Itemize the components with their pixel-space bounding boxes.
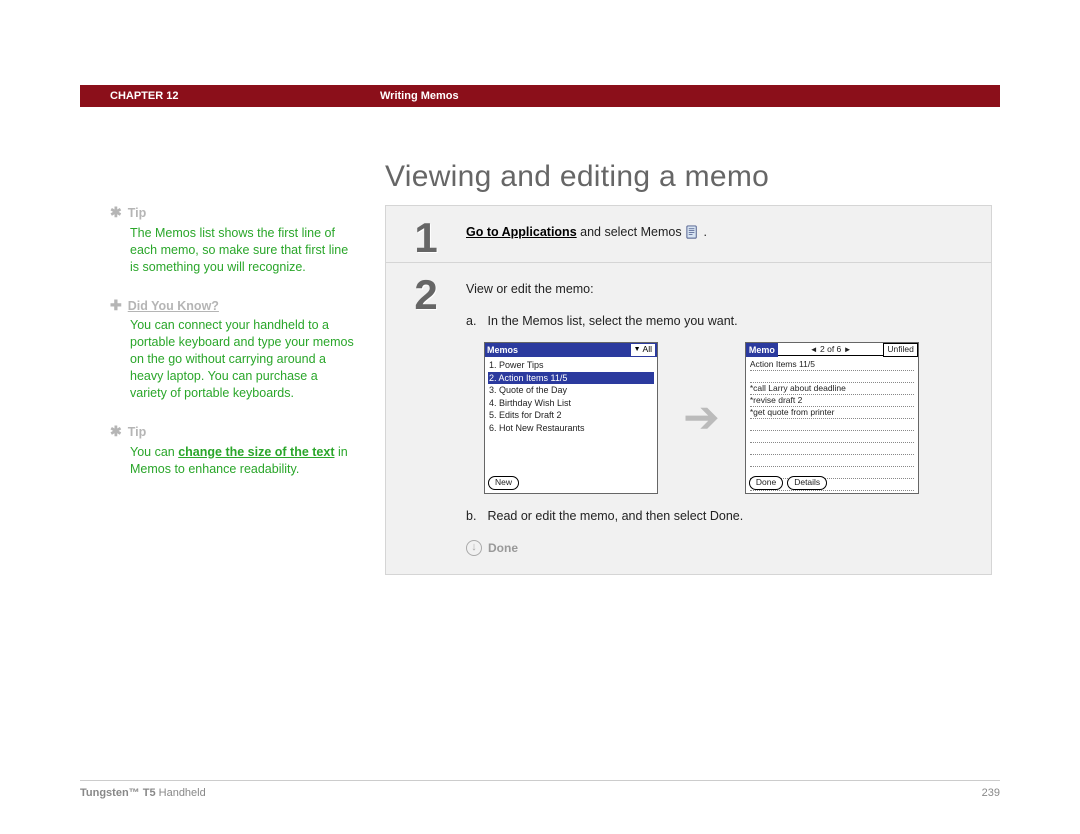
palm-category-label: All: [643, 344, 652, 356]
palm-category-selector[interactable]: Unfiled: [883, 343, 917, 357]
step-intro: View or edit the memo:: [466, 281, 973, 299]
star-icon: ✱: [110, 205, 122, 219]
new-button[interactable]: New: [488, 476, 519, 490]
chevron-right-icon[interactable]: ►: [844, 345, 852, 354]
step-number: 1: [386, 206, 466, 262]
step-trailing: .: [704, 225, 707, 239]
memo-line: *revise draft 2: [750, 395, 914, 407]
tip-block-2: ✱ Tip You can change the size of the tex…: [110, 424, 355, 478]
palm-titlebar: Memos ▼ All: [485, 343, 657, 357]
palm-list: 1. Power Tips 2. Action Items 11/5 3. Qu…: [485, 357, 657, 437]
steps-panel: 1 Go to Applications and select Memos . …: [385, 205, 992, 575]
memo-body[interactable]: Action Items 11/5 *call Larry about dead…: [746, 357, 918, 491]
step-content: View or edit the memo: a. In the Memos l…: [466, 263, 991, 574]
done-label: Done: [488, 540, 518, 557]
memo-line: *get quote from printer: [750, 407, 914, 419]
memo-line: [750, 419, 914, 431]
go-to-applications-link[interactable]: Go to Applications: [466, 225, 577, 239]
list-item[interactable]: 6. Hot New Restaurants: [488, 422, 654, 435]
step-content: Go to Applications and select Memos .: [466, 206, 991, 262]
arrow-right-icon: ➔: [683, 396, 720, 440]
star-icon: ✱: [110, 424, 122, 438]
memo-line: [750, 443, 914, 455]
details-button[interactable]: Details: [787, 476, 827, 490]
product-bold: Tungsten™ T5: [80, 787, 156, 799]
memo-line: [750, 431, 914, 443]
palm-memos-list: Memos ▼ All 1. Power Tips 2. Action Item…: [484, 342, 658, 494]
page-number: 239: [982, 787, 1000, 799]
memo-line: [750, 371, 914, 383]
substep-text: Read or edit the memo, and then select D…: [487, 509, 743, 523]
palm-titlebar: Memo ◄ 2 of 6 ► Unfiled: [746, 343, 918, 357]
tip-block-1: ✱ Tip The Memos list shows the first lin…: [110, 205, 355, 276]
screenshots-row: Memos ▼ All 1. Power Tips 2. Action Item…: [484, 342, 973, 494]
counter-text: 2 of 6: [820, 344, 841, 354]
section-label: Writing Memos: [380, 90, 459, 102]
tip-prefix: You can: [130, 445, 178, 459]
product-name: Tungsten™ T5 Handheld: [80, 787, 206, 799]
palm-app-title: Memo: [746, 343, 778, 357]
chapter-header: CHAPTER 12 Writing Memos: [80, 85, 1000, 107]
substep-label: a.: [466, 313, 484, 331]
palm-category-dropdown[interactable]: ▼ All: [631, 344, 655, 356]
palm-app-title: Memos: [487, 344, 518, 357]
done-button[interactable]: Done: [749, 476, 783, 490]
substep-b: b. Read or edit the memo, and then selec…: [466, 508, 973, 526]
tip-heading: Tip: [128, 205, 147, 222]
sidebar: ✱ Tip The Memos list shows the first lin…: [110, 205, 355, 499]
page-title: Viewing and editing a memo: [385, 160, 769, 194]
chevron-left-icon[interactable]: ◄: [810, 345, 818, 354]
tip-body: The Memos list shows the first line of e…: [130, 225, 355, 276]
did-you-know-heading[interactable]: Did You Know?: [128, 298, 219, 315]
page-footer: Tungsten™ T5 Handheld 239: [80, 780, 1000, 799]
list-item[interactable]: 3. Quote of the Day: [488, 384, 654, 397]
memo-line: [750, 455, 914, 467]
chevron-down-icon: ▼: [634, 345, 641, 355]
list-item[interactable]: 5. Edits for Draft 2: [488, 409, 654, 422]
substep-label: b.: [466, 508, 484, 526]
did-you-know-body: You can connect your handheld to a porta…: [130, 317, 355, 401]
substep-a: a. In the Memos list, select the memo yo…: [466, 313, 973, 331]
did-you-know-block: ✚ Did You Know? You can connect your han…: [110, 298, 355, 402]
chapter-label: CHAPTER 12: [110, 90, 178, 102]
memos-app-icon: [685, 225, 700, 240]
tip-body: You can change the size of the text in M…: [130, 444, 355, 478]
palm-memo-detail: Memo ◄ 2 of 6 ► Unfiled Action Items 11/…: [745, 342, 919, 494]
product-rest: Handheld: [156, 787, 206, 799]
memo-line: Action Items 11/5: [750, 359, 914, 371]
list-item[interactable]: 2. Action Items 11/5: [488, 372, 654, 385]
memo-line: *call Larry about deadline: [750, 383, 914, 395]
tip-heading: Tip: [128, 424, 147, 441]
palm-record-counter: ◄ 2 of 6 ►: [778, 344, 884, 357]
list-item[interactable]: 1. Power Tips: [488, 359, 654, 372]
plus-icon: ✚: [110, 298, 122, 312]
list-item[interactable]: 4. Birthday Wish List: [488, 397, 654, 410]
step-1: 1 Go to Applications and select Memos .: [386, 206, 991, 263]
step-number: 2: [386, 263, 466, 574]
change-text-size-link[interactable]: change the size of the text: [178, 445, 334, 459]
step-text: and select Memos: [577, 225, 685, 239]
step-2: 2 View or edit the memo: a. In the Memos…: [386, 263, 991, 574]
done-arrow-icon: ↓: [466, 540, 482, 556]
done-marker: ↓ Done: [466, 540, 973, 557]
substep-text: In the Memos list, select the memo you w…: [487, 314, 737, 328]
